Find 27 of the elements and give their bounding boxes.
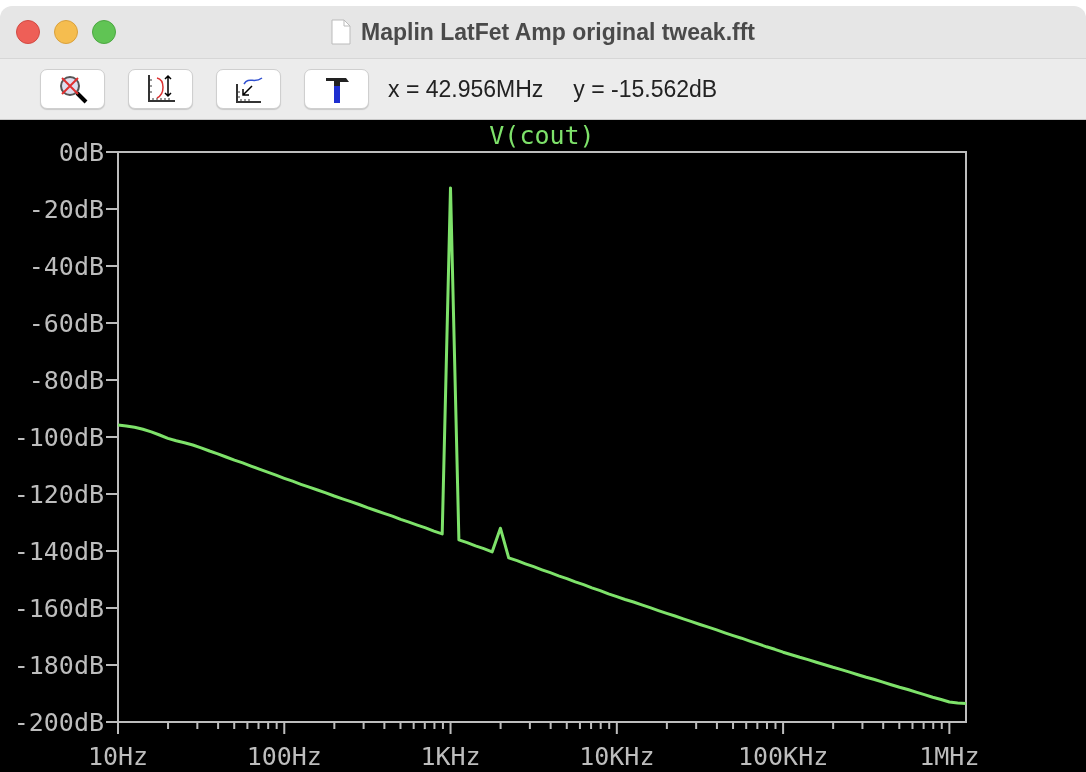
- x-tick-label: 10KHz: [579, 742, 655, 771]
- y-tick-label: -80dB: [28, 366, 104, 395]
- hammer-button[interactable]: [304, 69, 369, 109]
- y-tick-label: -120dB: [13, 480, 104, 509]
- y-tick-label: 0dB: [58, 138, 104, 167]
- document-icon: [331, 19, 351, 45]
- trace-label: V(cout): [489, 121, 595, 150]
- y-tick-label: -200dB: [13, 708, 104, 737]
- x-tick-label: 1MHz: [919, 742, 980, 771]
- x-tick-label: 10Hz: [87, 742, 149, 771]
- y-tick-label: -40dB: [28, 252, 104, 281]
- cursor-y-readout: y = -15.562dB: [573, 75, 718, 103]
- y-tick-label: -160dB: [13, 594, 104, 623]
- zoom-cancel-button[interactable]: [40, 69, 105, 109]
- close-button[interactable]: [16, 20, 40, 44]
- autorange-button[interactable]: [128, 69, 193, 109]
- x-tick-label: 1KHz: [420, 742, 481, 771]
- y-tick-label: -180dB: [13, 651, 104, 680]
- x-tick-label: 100KHz: [737, 742, 829, 771]
- pan-button[interactable]: [216, 69, 281, 109]
- x-tick-label: 100Hz: [246, 742, 322, 771]
- y-tick-label: -60dB: [28, 309, 104, 338]
- window-title: Maplin LatFet Amp original tweak.fft: [361, 18, 755, 46]
- y-tick-label: -140dB: [13, 537, 104, 566]
- y-tick-label: -20dB: [28, 195, 104, 224]
- y-tick-label: -100dB: [13, 423, 104, 452]
- cursor-x-readout: x = 42.956MHz: [388, 75, 544, 103]
